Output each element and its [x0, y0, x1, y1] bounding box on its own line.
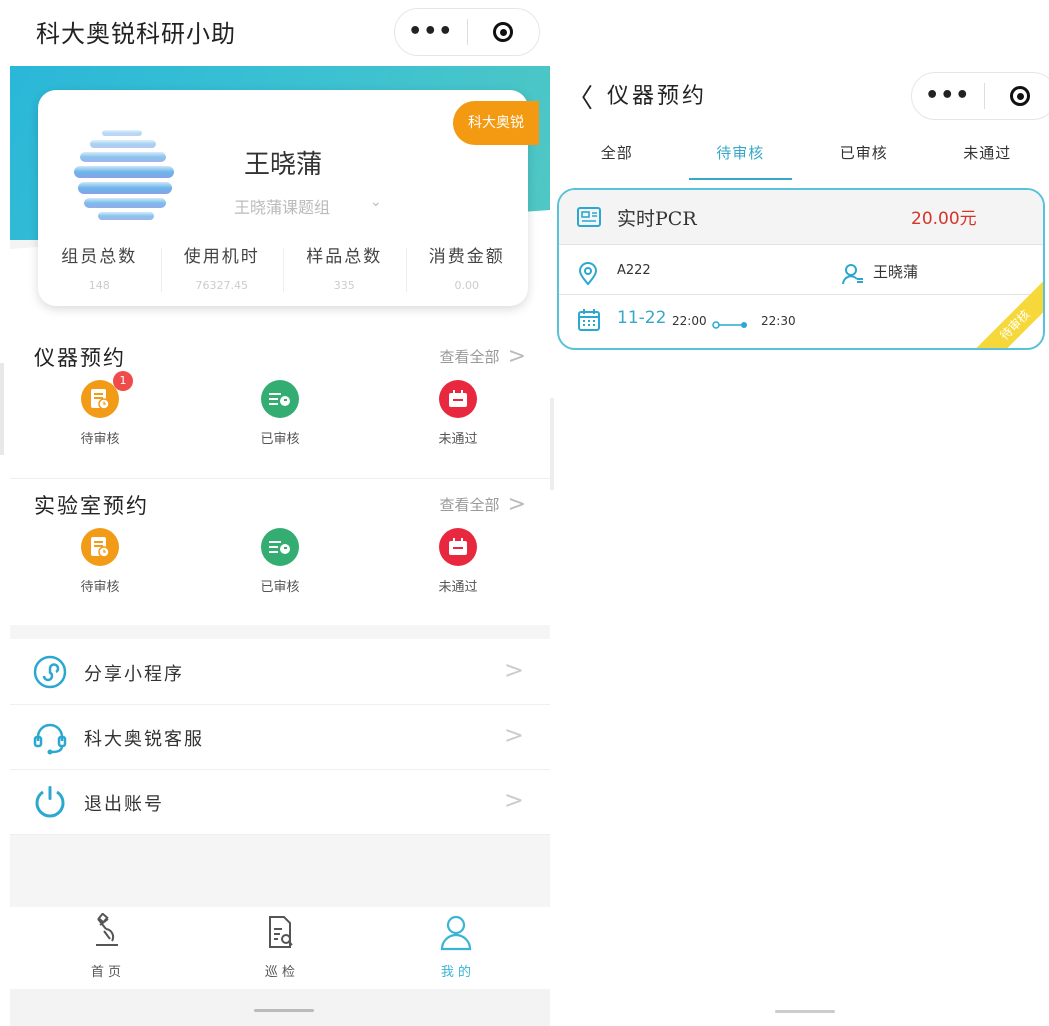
- booker-name: 王晓蒲: [873, 263, 919, 281]
- chevron-down-icon[interactable]: ⌄: [370, 194, 382, 210]
- power-icon: [35, 786, 65, 818]
- tab-mine[interactable]: 我 的: [406, 913, 506, 980]
- close-miniprogram-button[interactable]: [468, 22, 540, 42]
- tab-all[interactable]: 全部: [555, 130, 679, 180]
- chevron-right-icon: >: [503, 656, 524, 684]
- stat-machine-hours: 使用机时 76327.45: [160, 242, 284, 298]
- section-title: 仪器预约: [34, 346, 126, 370]
- calendar-icon: [439, 380, 477, 418]
- reservation-card[interactable]: 实时PCR 20.00元 A222 王晓蒲 11-22 22:00 22:30 …: [557, 188, 1045, 350]
- target-icon: [493, 22, 514, 42]
- start-time: 22:00: [672, 314, 707, 328]
- time-range-connector-icon: [712, 321, 747, 329]
- pending-doc-icon: [81, 528, 119, 566]
- app-title: 科大奥锐科研小助: [36, 20, 236, 48]
- instrument-approved-button[interactable]: 已审核: [220, 380, 340, 447]
- status-ribbon: 待审核: [975, 280, 1043, 348]
- home-indicator: [775, 1010, 835, 1013]
- stats-row: 组员总数 148 使用机时 76327.45 样品总数 335 消费金额 0.0…: [38, 242, 528, 298]
- my-page-panel: 科大奥锐科研小助 ••• 王晓蒲 王晓蒲课题组 ⌄ 组员总数 148 使用机时 …: [10, 0, 550, 1026]
- target-icon: [1010, 86, 1031, 106]
- tab-inspection[interactable]: 巡 检: [230, 913, 330, 980]
- logout-item[interactable]: 退出账号 >: [10, 770, 550, 835]
- view-all-link[interactable]: 查看全部 >: [440, 344, 526, 369]
- location: A222: [617, 263, 651, 278]
- price: 20.00元: [911, 209, 977, 229]
- instrument-name: 实时PCR: [617, 208, 697, 230]
- approved-list-icon: [261, 380, 299, 418]
- tab-approved[interactable]: 已审核: [802, 130, 926, 180]
- end-time: 22:30: [761, 314, 796, 328]
- chevron-right-icon: >: [507, 492, 526, 517]
- lab-pending-button[interactable]: 待审核: [40, 528, 160, 595]
- back-icon[interactable]: 〈: [567, 78, 593, 115]
- tab-home[interactable]: 首 页: [56, 912, 156, 980]
- lab-approved-button[interactable]: 已审核: [220, 528, 340, 595]
- approved-list-icon: [261, 528, 299, 566]
- stat-samples: 样品总数 335: [283, 242, 406, 298]
- calendar-icon: [578, 309, 600, 331]
- close-miniprogram-button[interactable]: [985, 86, 1049, 106]
- lab-booking-section: 实验室预约 查看全部 > 待审核 已审核 未通过: [10, 484, 550, 624]
- tab-rejected[interactable]: 未通过: [926, 130, 1049, 180]
- reservation-date: 11-22: [617, 308, 667, 328]
- share-miniprogram-icon: [33, 655, 67, 689]
- miniprogram-capsule: •••: [911, 72, 1049, 120]
- customer-service-item[interactable]: 科大奥锐客服 >: [10, 705, 550, 770]
- miniprogram-capsule: •••: [394, 8, 540, 56]
- group-name[interactable]: 王晓蒲课题组: [234, 194, 330, 218]
- instrument-pending-button[interactable]: 1 待审核: [40, 371, 160, 447]
- instrument-icon: [577, 207, 601, 227]
- instrument-rejected-button[interactable]: 未通过: [398, 380, 518, 447]
- calendar-icon: [439, 528, 477, 566]
- microscope-icon: [96, 912, 118, 946]
- lab-rejected-button[interactable]: 未通过: [398, 528, 518, 595]
- more-menu-button[interactable]: •••: [912, 72, 984, 120]
- user-icon: [440, 915, 472, 951]
- document-search-icon: [269, 916, 293, 948]
- page-title: 仪器预约: [607, 84, 708, 109]
- status-tabs: 全部 待审核 已审核 未通过: [555, 130, 1049, 180]
- org-badge: 科大奥锐: [453, 101, 539, 145]
- instrument-booking-section: 仪器预约 查看全部 > 1 待审核 已审核 未通过: [10, 336, 550, 476]
- share-miniprogram-item[interactable]: 分享小程序 >: [10, 640, 550, 705]
- stat-members: 组员总数 148: [61, 247, 138, 292]
- home-indicator: [10, 989, 550, 1026]
- chevron-right-icon: >: [503, 721, 524, 749]
- instrument-booking-page: 〈 仪器预约 ••• 全部 待审核 已审核 未通过 实时PCR 20.00元 A…: [555, 60, 1049, 1026]
- tab-pending[interactable]: 待审核: [679, 130, 803, 180]
- pending-doc-icon: 1: [81, 371, 133, 418]
- headset-icon: [33, 723, 67, 755]
- bottom-tab-bar: 首 页 巡 检 我 的: [10, 907, 550, 989]
- stat-spending: 消费金额 0.00: [405, 242, 529, 298]
- section-title: 实验室预约: [34, 494, 149, 518]
- view-all-link[interactable]: 查看全部 >: [440, 492, 526, 517]
- user-name: 王晓蒲: [243, 150, 322, 180]
- location-icon: [578, 262, 598, 286]
- person-icon: [842, 264, 863, 285]
- chevron-right-icon: >: [503, 786, 524, 814]
- notification-badge: 1: [113, 371, 133, 391]
- more-menu-button[interactable]: •••: [395, 8, 467, 56]
- chevron-right-icon: >: [507, 344, 526, 369]
